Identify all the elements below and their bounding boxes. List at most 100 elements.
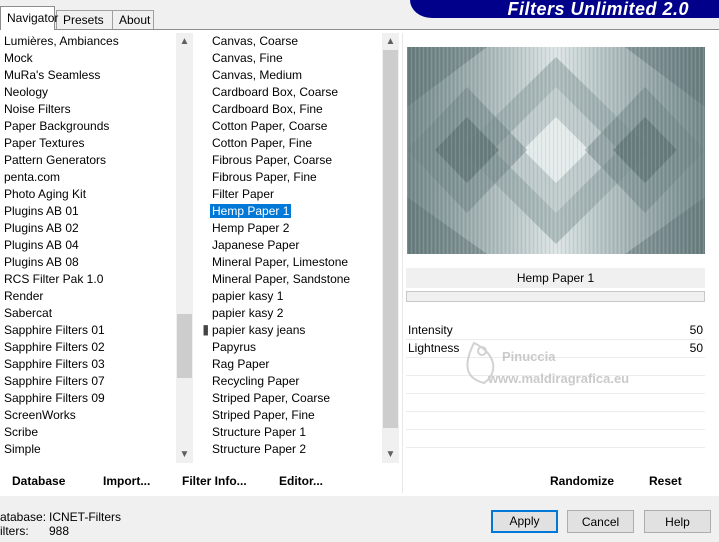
list-item-label: Japanese Paper	[212, 238, 300, 252]
reset-button[interactable]: Reset	[649, 474, 682, 488]
filters-count-value: 988	[49, 524, 70, 538]
param-value[interactable]: 50	[690, 340, 703, 357]
list-item[interactable]: Recycling Paper	[208, 373, 382, 390]
banner-title: Filters Unlimited 2.0	[507, 0, 689, 19]
list-item-label: Fibrous Paper, Fine	[212, 170, 317, 184]
filter-scrollbar[interactable]: ▲ ▼	[382, 33, 399, 463]
editor-button[interactable]: Editor...	[279, 474, 323, 488]
list-item[interactable]: Sapphire Filters 03	[0, 356, 176, 373]
list-item[interactable]: Cotton Paper, Fine	[208, 135, 382, 152]
list-item[interactable]: Fibrous Paper, Fine	[208, 169, 382, 186]
list-item-label: Hemp Paper 2	[212, 221, 290, 235]
database-info: atabase: ICNET-Filters ilters: 988	[0, 510, 121, 538]
list-item-label: Paper Textures	[4, 136, 85, 150]
list-item-label: Canvas, Medium	[212, 68, 303, 82]
list-item[interactable]: Cardboard Box, Coarse	[208, 84, 382, 101]
list-item-label: Pattern Generators	[4, 153, 107, 167]
list-item-label: Sapphire Filters 09	[4, 391, 105, 405]
list-item[interactable]: Cardboard Box, Fine	[208, 101, 382, 118]
selected-filter-name: Hemp Paper 1	[406, 268, 705, 288]
import-button[interactable]: Import...	[103, 474, 150, 488]
list-item[interactable]: Rag Paper	[208, 356, 382, 373]
list-item[interactable]: RCS Filter Pak 1.0	[0, 271, 176, 288]
list-item[interactable]: Sapphire Filters 01	[0, 322, 176, 339]
list-item[interactable]: Sapphire Filters 09	[0, 390, 176, 407]
list-item[interactable]: ScreenWorks	[0, 407, 176, 424]
scroll-thumb[interactable]	[383, 50, 398, 428]
list-item[interactable]: Noise Filters	[0, 101, 176, 118]
list-item[interactable]: penta.com	[0, 169, 176, 186]
category-list[interactable]: Lumières, Ambiances Mock MuRa's Seamless Ne…	[0, 33, 176, 463]
list-item[interactable]: papier kasy 2	[208, 305, 382, 322]
list-item[interactable]: Hemp Paper 1	[208, 203, 382, 220]
filter-info-button[interactable]: Filter Info...	[182, 474, 247, 488]
list-item[interactable]: Mineral Paper, Limestone	[208, 254, 382, 271]
list-item-label: Canvas, Fine	[212, 51, 283, 65]
randomize-button[interactable]: Randomize	[550, 474, 614, 488]
filter-list[interactable]: Canvas, Coarse Canvas, Fine Canvas, Medium…	[208, 33, 382, 463]
list-item-label: Papyrus	[212, 340, 257, 354]
category-scrollbar[interactable]: ▲ ▼	[176, 33, 193, 463]
tab-about[interactable]: About	[112, 10, 154, 29]
cancel-button[interactable]: Cancel	[567, 510, 634, 533]
list-item[interactable]: Canvas, Fine	[208, 50, 382, 67]
scroll-down-icon[interactable]: ▼	[176, 446, 193, 463]
scroll-thumb[interactable]	[177, 314, 192, 378]
list-item[interactable]: Fibrous Paper, Coarse	[208, 152, 382, 169]
list-item[interactable]: Filter Paper	[208, 186, 382, 203]
list-item[interactable]: Render	[0, 288, 176, 305]
list-item[interactable]: Structure Paper 1	[208, 424, 382, 441]
param-slot	[406, 358, 705, 376]
param-lightness[interactable]: Lightness 50	[406, 340, 705, 358]
list-item-label: Plugins AB 08	[4, 255, 79, 269]
list-item-label: ScreenWorks	[4, 408, 76, 422]
list-item[interactable]: Plugins AB 01	[0, 203, 176, 220]
list-item[interactable]: Plugins AB 02	[0, 220, 176, 237]
list-item[interactable]: Sabercat	[0, 305, 176, 322]
list-item[interactable]: Structure Paper 2	[208, 441, 382, 458]
list-item-label: Mineral Paper, Sandstone	[212, 272, 351, 286]
list-item-label: Fibrous Paper, Coarse	[212, 153, 333, 167]
database-label: atabase:	[0, 510, 47, 524]
list-item[interactable]: Canvas, Coarse	[208, 33, 382, 50]
list-item[interactable]: Mock	[0, 50, 176, 67]
list-item[interactable]: MuRa's Seamless	[0, 67, 176, 84]
list-item[interactable]: Papyrus	[208, 339, 382, 356]
list-item[interactable]: Hemp Paper 2	[208, 220, 382, 237]
param-intensity[interactable]: Intensity 50	[406, 322, 705, 340]
scroll-down-icon[interactable]: ▼	[382, 446, 399, 463]
list-item[interactable]: Pattern Generators	[0, 152, 176, 169]
list-item[interactable]: Striped Paper, Coarse	[208, 390, 382, 407]
database-value: ICNET-Filters	[49, 510, 121, 524]
list-item[interactable]: Neology	[0, 84, 176, 101]
list-item[interactable]: Sapphire Filters 02	[0, 339, 176, 356]
list-item[interactable]: papier kasy 1	[208, 288, 382, 305]
filter-progress-bar	[406, 291, 705, 302]
list-item[interactable]: Mineral Paper, Sandstone	[208, 271, 382, 288]
list-item[interactable]: Paper Textures	[0, 135, 176, 152]
scroll-up-icon[interactable]: ▲	[176, 33, 193, 50]
list-item[interactable]: Paper Backgrounds	[0, 118, 176, 135]
list-item[interactable]: Striped Paper, Fine	[208, 407, 382, 424]
tab-presets[interactable]: Presets	[56, 10, 113, 29]
list-item[interactable]: Photo Aging Kit	[0, 186, 176, 203]
tab-navigator[interactable]: Navigator	[0, 6, 58, 30]
list-item-label: Sapphire Filters 07	[4, 374, 105, 388]
help-button[interactable]: Help	[644, 510, 711, 533]
list-item-label: Striped Paper, Coarse	[212, 391, 331, 405]
list-item[interactable]: Japanese Paper	[208, 237, 382, 254]
list-item[interactable]: papier kasy jeans	[208, 322, 382, 339]
list-item[interactable]: Lumières, Ambiances	[0, 33, 176, 50]
list-item[interactable]: Sapphire Filters 07	[0, 373, 176, 390]
list-item[interactable]: Cotton Paper, Coarse	[208, 118, 382, 135]
param-value[interactable]: 50	[690, 322, 703, 339]
list-item[interactable]: Simple	[0, 441, 176, 458]
list-item[interactable]: Canvas, Medium	[208, 67, 382, 84]
apply-button[interactable]: Apply	[491, 510, 558, 533]
database-button[interactable]: Database	[12, 474, 65, 488]
list-item[interactable]: Scribe	[0, 424, 176, 441]
list-item[interactable]: Plugins AB 08	[0, 254, 176, 271]
list-item[interactable]: Plugins AB 04	[0, 237, 176, 254]
list-item-label: Rag Paper	[212, 357, 270, 371]
scroll-up-icon[interactable]: ▲	[382, 33, 399, 50]
